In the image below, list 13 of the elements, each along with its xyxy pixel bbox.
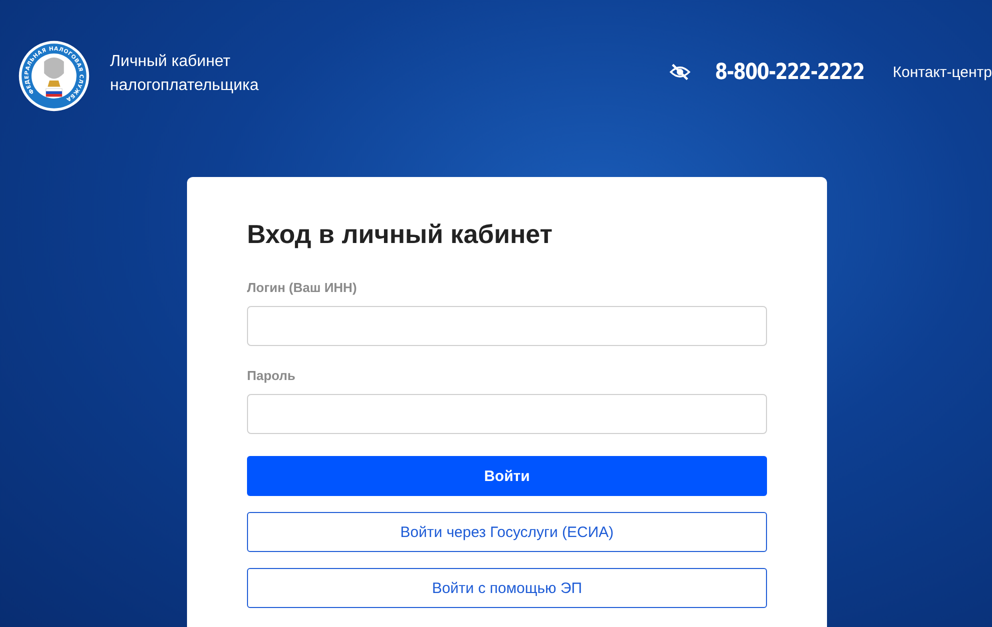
site-subtitle: налогоплательщика [110, 76, 259, 96]
input-field[interactable] [247, 306, 767, 346]
login-button[interactable]: Войти [247, 456, 767, 496]
form-title: Вход в личный кабинет [247, 219, 554, 250]
field-label: Логин (Ваш ИНН) [247, 280, 357, 295]
field-label: Пароль [247, 368, 296, 383]
contact-center-label: Контакт-центр [892, 64, 992, 80]
input-field[interactable] [247, 394, 767, 434]
alt-login-button[interactable]: Войти с помощью ЭП [247, 568, 767, 608]
phone-number: 8-800-222-2222 [714, 60, 864, 84]
alt-login-button[interactable]: Войти через Госуслуги (ЕСИА) [247, 512, 767, 552]
site-title: Личный кабинет [110, 52, 232, 72]
crossed-eye-icon[interactable] [668, 61, 691, 83]
